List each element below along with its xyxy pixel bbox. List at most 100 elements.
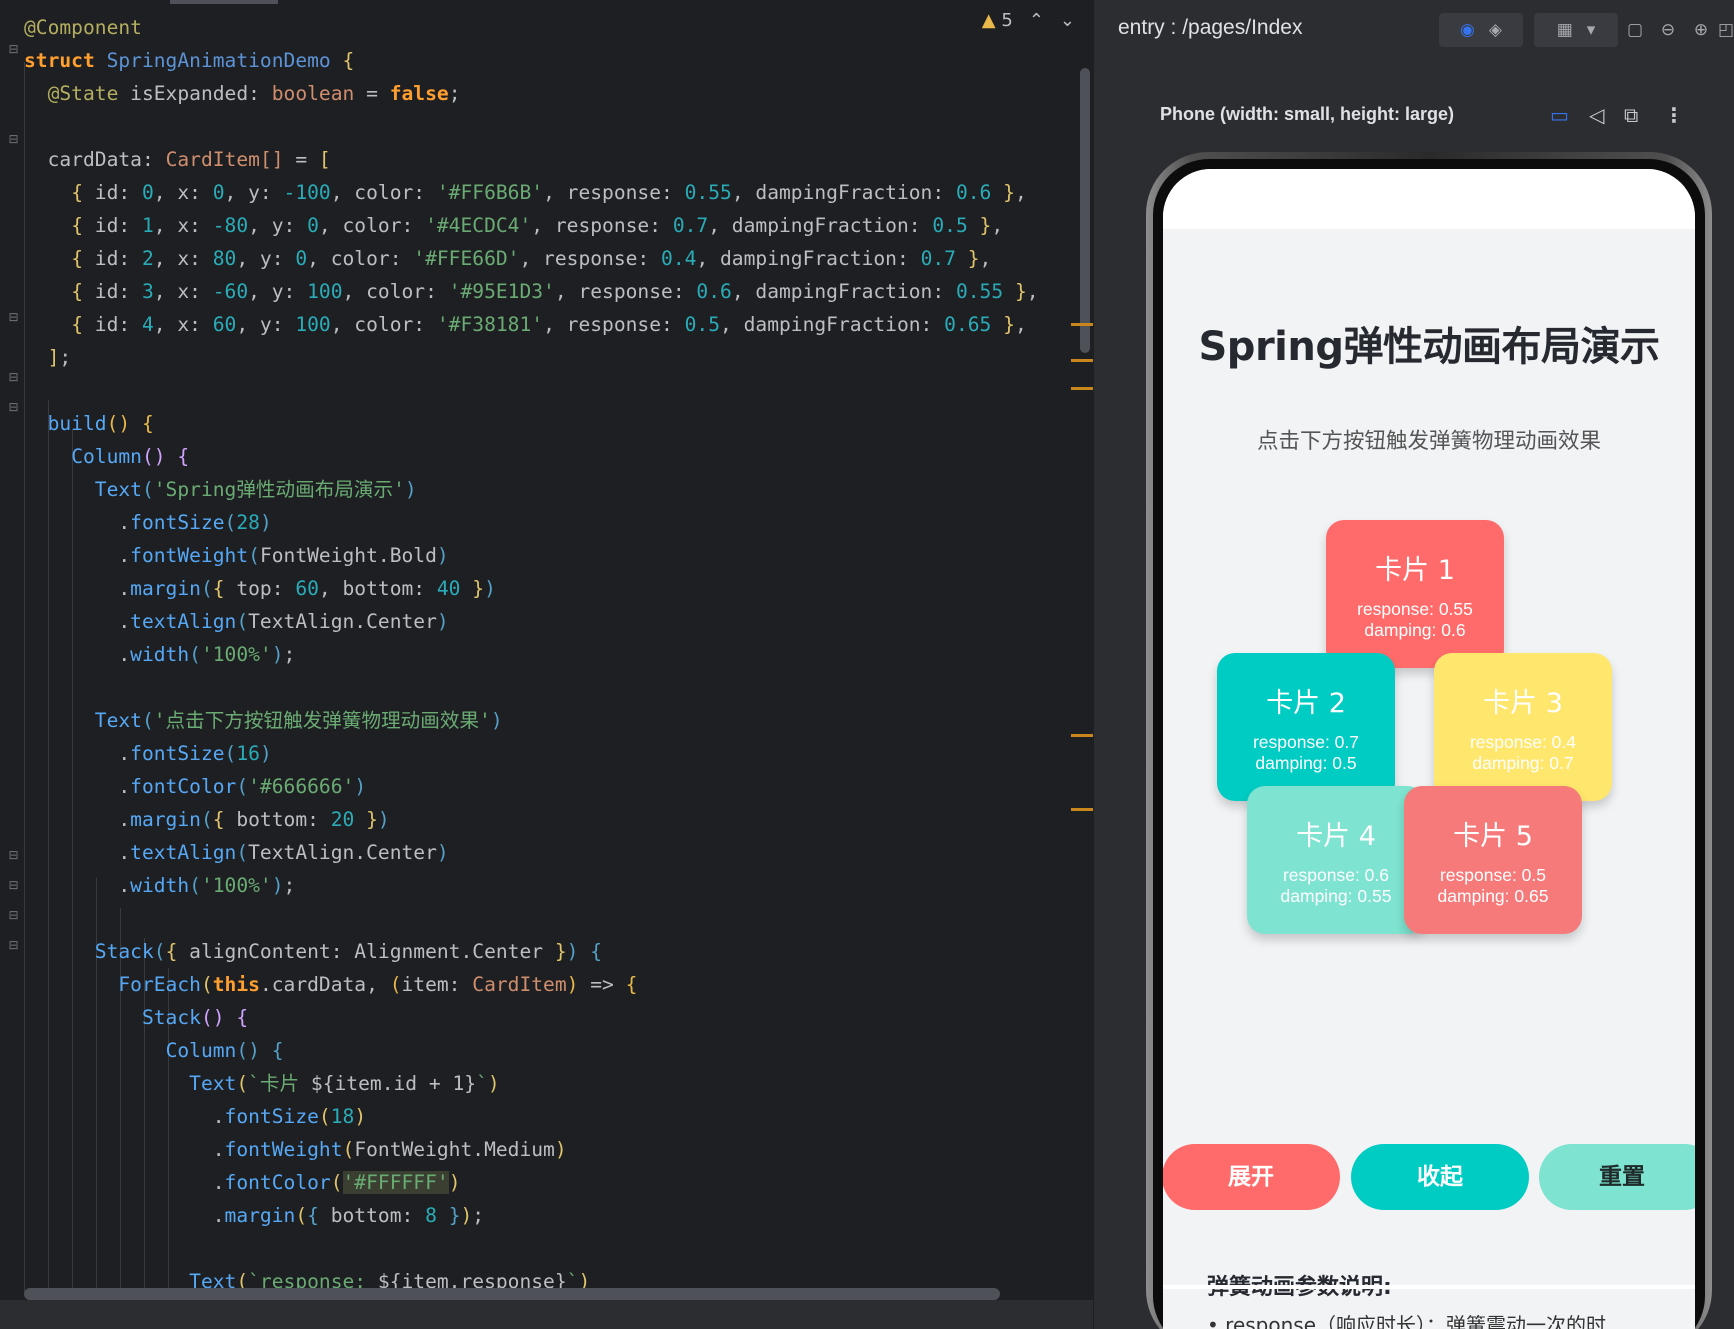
- code-line[interactable]: Column() {: [24, 1034, 1053, 1067]
- code-line[interactable]: Stack() {: [24, 1001, 1053, 1034]
- warning-stripe[interactable]: [1071, 323, 1093, 326]
- vertical-scrollbar[interactable]: [1080, 68, 1090, 353]
- code-line[interactable]: [24, 1232, 1053, 1265]
- code-line[interactable]: Text(`卡片 ${item.id + 1}`): [24, 1067, 1053, 1100]
- code-line[interactable]: .width('100%');: [24, 869, 1053, 902]
- code-line[interactable]: [24, 110, 1053, 143]
- code-token: id:: [82, 280, 142, 303]
- code-line[interactable]: .fontColor('#FFFFFF'): [24, 1166, 1053, 1199]
- card-2[interactable]: 卡片 2 response: 0.7 damping: 0.5: [1217, 653, 1395, 801]
- card-1[interactable]: 卡片 1 response: 0.55 damping: 0.6: [1326, 520, 1504, 668]
- chevron-up-icon[interactable]: ⌃: [1029, 10, 1044, 31]
- fold-icon[interactable]: ⊟: [6, 400, 21, 415]
- fold-icon[interactable]: ⊟: [6, 370, 21, 385]
- reset-button[interactable]: 重置: [1539, 1144, 1695, 1210]
- card-4[interactable]: 卡片 4 response: 0.6 damping: 0.55: [1247, 786, 1425, 934]
- back-icon[interactable]: ◁: [1589, 103, 1604, 127]
- warning-stripe[interactable]: [1071, 387, 1093, 390]
- code-token: (: [248, 544, 260, 567]
- fold-icon[interactable]: ⊟: [6, 132, 21, 147]
- code-editor[interactable]: ⊟ ⊟ ⊟ ⊟ ⊟ ⊟ ⊟ ⊟ ⊟ @Component struct Sprin…: [0, 0, 1093, 1329]
- warning-stripe[interactable]: [1071, 734, 1093, 737]
- fit-screen-icon[interactable]: ◰: [1716, 13, 1734, 47]
- inspection-widget[interactable]: ▲ 5 ⌃ ⌄: [982, 10, 1075, 31]
- code-line[interactable]: { id: 0, x: 0, y: -100, color: '#FF6B6B'…: [24, 176, 1053, 209]
- grid-icon[interactable]: ▦: [1557, 20, 1573, 40]
- code-line[interactable]: { id: 4, x: 60, y: 100, color: '#F38181'…: [24, 308, 1053, 341]
- fold-icon[interactable]: ⊟: [6, 878, 21, 893]
- phone-screen[interactable]: Spring弹性动画布局演示 点击下方按钮触发弹簧物理动画效果 卡片 1 res…: [1163, 169, 1695, 1329]
- code-line[interactable]: [24, 671, 1053, 704]
- code-line[interactable]: .margin({ top: 60, bottom: 40 }): [24, 572, 1053, 605]
- code-token: , dampingFraction:: [731, 280, 956, 303]
- code-token: '点击下方按钮触发弹簧物理动画效果': [153, 709, 491, 732]
- code-line[interactable]: { id: 1, x: -80, y: 0, color: '#4ECDC4',…: [24, 209, 1053, 242]
- rotate-icon[interactable]: ⧉: [1624, 103, 1638, 127]
- collapse-button[interactable]: 收起: [1351, 1144, 1529, 1210]
- fold-icon[interactable]: ⊟: [6, 908, 21, 923]
- code-line[interactable]: cardData: CardItem[] = [: [24, 143, 1053, 176]
- expand-button[interactable]: 展开: [1163, 1144, 1340, 1210]
- code-line[interactable]: Column() {: [24, 440, 1053, 473]
- warning-stripe[interactable]: [1071, 808, 1093, 811]
- device-toggle-icon[interactable]: ▭: [1550, 103, 1569, 127]
- chevron-down-icon[interactable]: ⌄: [1060, 10, 1075, 31]
- code-token: (: [236, 1072, 249, 1095]
- code-token: (: [236, 610, 249, 633]
- code-text[interactable]: @Component struct SpringAnimationDemo { @…: [24, 11, 1053, 1298]
- code-line[interactable]: Text('点击下方按钮触发弹簧物理动画效果'): [24, 704, 1053, 737]
- code-token: fontWeight: [224, 1138, 343, 1161]
- code-line[interactable]: .width('100%');: [24, 638, 1053, 671]
- code-line[interactable]: .textAlign(TextAlign.Center): [24, 605, 1053, 638]
- code-line[interactable]: struct SpringAnimationDemo {: [24, 44, 1053, 77]
- dropdown-arrow-icon[interactable]: ▾: [1587, 20, 1596, 40]
- code-token: .: [118, 874, 131, 897]
- code-line[interactable]: ];: [24, 341, 1053, 374]
- code-token: this: [212, 973, 260, 996]
- code-line[interactable]: ForEach(this.cardData, (item: CardItem) …: [24, 968, 1053, 1001]
- code-token: ): [490, 709, 503, 732]
- code-token: , response:: [543, 181, 685, 204]
- code-line[interactable]: Stack({ alignContent: Alignment.Center }…: [24, 935, 1053, 968]
- code-line[interactable]: .fontSize(16): [24, 737, 1053, 770]
- code-line[interactable]: .margin({ bottom: 8 });: [24, 1199, 1053, 1232]
- layers-icon[interactable]: ◈: [1489, 20, 1502, 40]
- card-5[interactable]: 卡片 5 response: 0.5 damping: 0.65: [1404, 786, 1582, 934]
- fold-icon[interactable]: ⊟: [6, 848, 21, 863]
- crop-icon[interactable]: ▢: [1622, 13, 1648, 47]
- warning-indicator[interactable]: ▲ 5: [982, 10, 1013, 31]
- code-line[interactable]: [24, 902, 1053, 935]
- code-token: ): [377, 808, 390, 831]
- inspect-icon[interactable]: ◉: [1460, 20, 1475, 40]
- code-line[interactable]: .fontWeight(FontWeight.Bold): [24, 539, 1053, 572]
- fold-icon[interactable]: ⊟: [6, 310, 21, 325]
- code-line[interactable]: Text('Spring弹性动画布局演示'): [24, 473, 1053, 506]
- code-line[interactable]: .fontWeight(FontWeight.Medium): [24, 1133, 1053, 1166]
- code-line[interactable]: .fontSize(18): [24, 1100, 1053, 1133]
- more-icon[interactable]: ⋮: [1664, 103, 1684, 127]
- code-line[interactable]: @Component: [24, 11, 1053, 44]
- code-line[interactable]: { id: 2, x: 80, y: 0, color: '#FFE66D', …: [24, 242, 1053, 275]
- code-token: Column: [165, 1039, 237, 1062]
- fold-icon[interactable]: ⊟: [6, 42, 21, 57]
- code-token: =>: [578, 973, 626, 996]
- zoom-out-icon[interactable]: ⊖: [1655, 13, 1681, 47]
- code-line[interactable]: [24, 374, 1053, 407]
- horizontal-scrollbar[interactable]: [24, 1288, 1000, 1300]
- code-line[interactable]: .margin({ bottom: 20 }): [24, 803, 1053, 836]
- code-line[interactable]: .fontSize(28): [24, 506, 1053, 539]
- fold-icon[interactable]: ⊟: [6, 938, 21, 953]
- zoom-in-icon[interactable]: ⊕: [1688, 13, 1714, 47]
- code-line[interactable]: { id: 3, x: -60, y: 100, color: '#95E1D3…: [24, 275, 1053, 308]
- code-token: 100: [307, 280, 343, 303]
- code-line[interactable]: build() {: [24, 407, 1053, 440]
- code-line[interactable]: .fontColor('#666666'): [24, 770, 1053, 803]
- code-line[interactable]: @State isExpanded: boolean = false;: [24, 77, 1053, 110]
- warning-stripe[interactable]: [1071, 359, 1093, 362]
- code-line[interactable]: .textAlign(TextAlign.Center): [24, 836, 1053, 869]
- card-3[interactable]: 卡片 3 response: 0.4 damping: 0.7: [1434, 653, 1612, 801]
- code-token: .: [118, 610, 131, 633]
